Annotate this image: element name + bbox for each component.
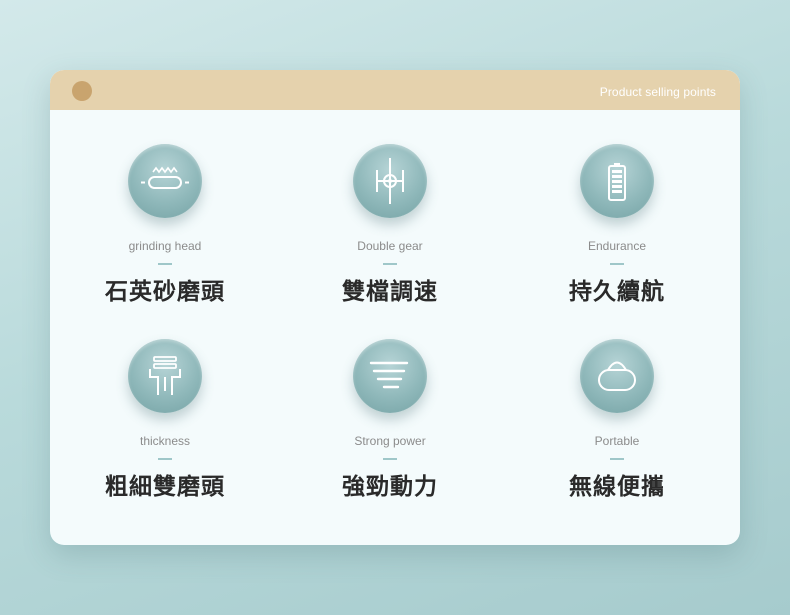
header-title: Product selling points: [599, 85, 716, 99]
feature-double-gear: Double gear 雙檔調速: [285, 144, 495, 305]
feature-label-en: Strong power: [354, 434, 426, 448]
feature-label-en: Double gear: [357, 239, 423, 253]
double-gear-icon: [353, 144, 427, 218]
feature-endurance: Endurance 持久續航: [512, 144, 722, 305]
feature-label-zh: 雙檔調速: [342, 279, 438, 305]
divider-dash: [383, 263, 397, 265]
bag-icon: [580, 339, 654, 413]
selling-points-card: Product selling points grinding head 石英砂…: [50, 70, 740, 545]
thickness-icon: [128, 339, 202, 413]
feature-label-en: Endurance: [587, 239, 647, 253]
feature-label-en: grinding head: [128, 239, 202, 253]
battery-icon: [580, 144, 654, 218]
feature-label-zh: 石英砂磨頭: [105, 279, 225, 305]
divider-dash: [158, 458, 172, 460]
divider-dash: [383, 458, 397, 460]
divider-dash: [158, 263, 172, 265]
feature-label-en: thickness: [139, 434, 191, 448]
grinding-head-icon: [128, 144, 202, 218]
feature-label-en: Portable: [594, 434, 640, 448]
divider-dash: [610, 458, 624, 460]
feature-portable: Portable 無線便攜: [512, 339, 722, 500]
header-dot: [72, 81, 92, 101]
feature-strong-power: Strong power 強勁動力: [285, 339, 495, 500]
power-lines-icon: [353, 339, 427, 413]
feature-label-zh: 無線便攜: [569, 474, 665, 500]
divider-dash: [610, 263, 624, 265]
feature-label-zh: 強勁動力: [342, 474, 438, 500]
feature-label-zh: 粗細雙磨頭: [105, 474, 225, 500]
feature-grinding-head: grinding head 石英砂磨頭: [60, 144, 270, 305]
card-header: Product selling points: [50, 70, 740, 110]
feature-label-zh: 持久續航: [569, 279, 665, 305]
feature-thickness: thickness 粗細雙磨頭: [60, 339, 270, 500]
